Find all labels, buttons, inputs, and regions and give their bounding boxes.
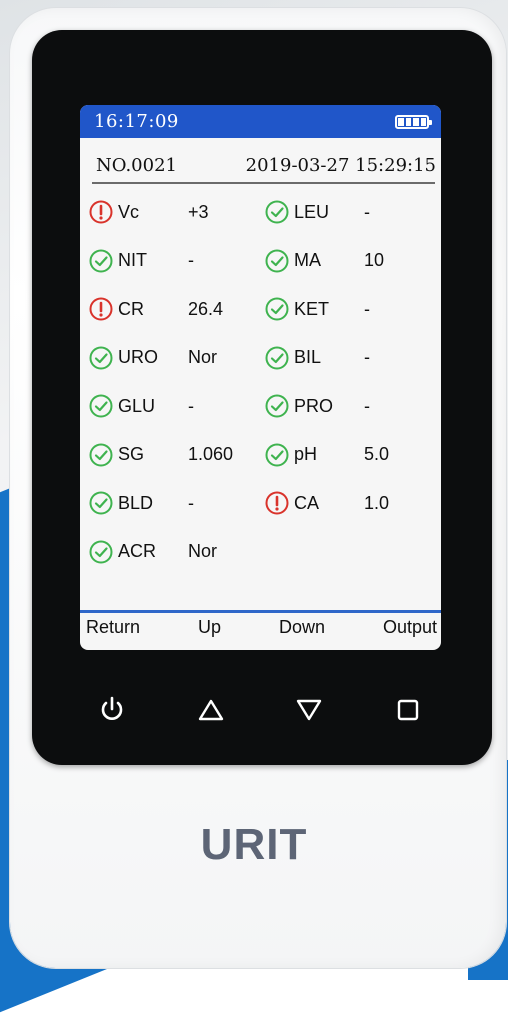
down-button[interactable]: [292, 693, 326, 727]
result-value: 1.060: [188, 444, 234, 464]
check-circle-icon: [88, 490, 114, 516]
result-value: -: [188, 492, 194, 513]
result-ph: pH 5.0: [264, 440, 389, 470]
result-ma: MA 10: [264, 246, 384, 276]
up-button[interactable]: [194, 693, 228, 727]
result-value: 10: [364, 250, 385, 270]
result-value: -: [188, 250, 194, 270]
result-label: MA: [294, 250, 321, 270]
check-circle-icon: [264, 248, 290, 274]
result-value: -: [364, 347, 370, 367]
up-softkey[interactable]: Up: [198, 617, 221, 647]
result-value: -: [364, 298, 370, 319]
triangle-down-icon: [297, 699, 322, 721]
result-uro: URO Nor: [88, 343, 217, 373]
result-acr: ACR Nor: [88, 537, 217, 567]
result-label: BLD: [118, 492, 154, 513]
softkey-divider: [80, 610, 441, 613]
result-label: ACR: [118, 541, 157, 561]
result-sg: SG 1.060: [88, 440, 233, 470]
result-label: GLU: [118, 395, 156, 416]
result-value: 1.0: [364, 492, 390, 513]
result-bld: BLD -: [88, 488, 194, 518]
check-circle-icon: [264, 393, 290, 419]
exclamation-circle-icon: [264, 490, 290, 516]
result-label: KET: [294, 298, 330, 319]
exclamation-circle-icon: [88, 296, 114, 322]
result-value: Nor: [188, 541, 218, 561]
result-value: -: [188, 395, 194, 416]
menu-button[interactable]: [391, 693, 425, 727]
softkey-bar: Return Up Down Output: [80, 617, 441, 647]
output-softkey[interactable]: Output: [383, 617, 437, 647]
result-value: -: [364, 395, 370, 416]
result-label: CR: [118, 298, 144, 319]
result-ket: KET -: [264, 294, 370, 324]
check-circle-icon: [264, 199, 290, 225]
brand-logo: URIT: [200, 820, 308, 869]
result-value: Nor: [188, 347, 218, 367]
result-vc: Vc +3: [88, 197, 209, 227]
result-value: +3: [188, 201, 209, 222]
check-circle-icon: [88, 248, 114, 274]
result-label: LEU: [294, 201, 330, 222]
check-circle-icon: [88, 442, 114, 468]
return-softkey[interactable]: Return: [86, 617, 140, 647]
device-screen: 16:17:09 NO.0021 2019-03-27 15:29:15 Vc +…: [80, 105, 441, 650]
result-cr: CR 26.4: [88, 294, 223, 324]
result-label: URO: [118, 347, 158, 367]
check-circle-icon: [264, 345, 290, 371]
triangle-up-icon: [198, 699, 223, 721]
result-label: BIL: [294, 347, 322, 367]
result-nit: NIT -: [88, 246, 194, 276]
check-circle-icon: [88, 393, 114, 419]
power-icon: [101, 696, 123, 720]
result-ca: CA 1.0: [264, 488, 389, 518]
result-bil: BIL -: [264, 343, 370, 373]
exclamation-circle-icon: [88, 199, 114, 225]
result-label: pH: [294, 444, 318, 464]
results-grid: Vc +3 LEU - NIT - MA 10 CR 26.4 KET - URO Nor BIL - GLU -…: [80, 105, 441, 605]
square-icon: [397, 699, 419, 721]
hardware-buttons: [95, 690, 425, 730]
check-circle-icon: [88, 539, 114, 565]
result-value: -: [364, 201, 370, 222]
check-circle-icon: [264, 442, 290, 468]
check-circle-icon: [264, 296, 290, 322]
check-circle-icon: [88, 345, 114, 371]
result-label: PRO: [294, 395, 334, 416]
result-label: CA: [294, 492, 320, 513]
result-leu: LEU -: [264, 197, 370, 227]
result-value: 5.0: [364, 444, 390, 464]
result-value: 26.4: [188, 298, 224, 319]
result-glu: GLU -: [88, 391, 194, 421]
result-label: NIT: [118, 250, 147, 270]
result-label: Vc: [118, 201, 140, 222]
result-pro: PRO -: [264, 391, 370, 421]
result-label: SG: [118, 444, 145, 464]
down-softkey[interactable]: Down: [279, 617, 325, 647]
power-button[interactable]: [95, 693, 129, 727]
